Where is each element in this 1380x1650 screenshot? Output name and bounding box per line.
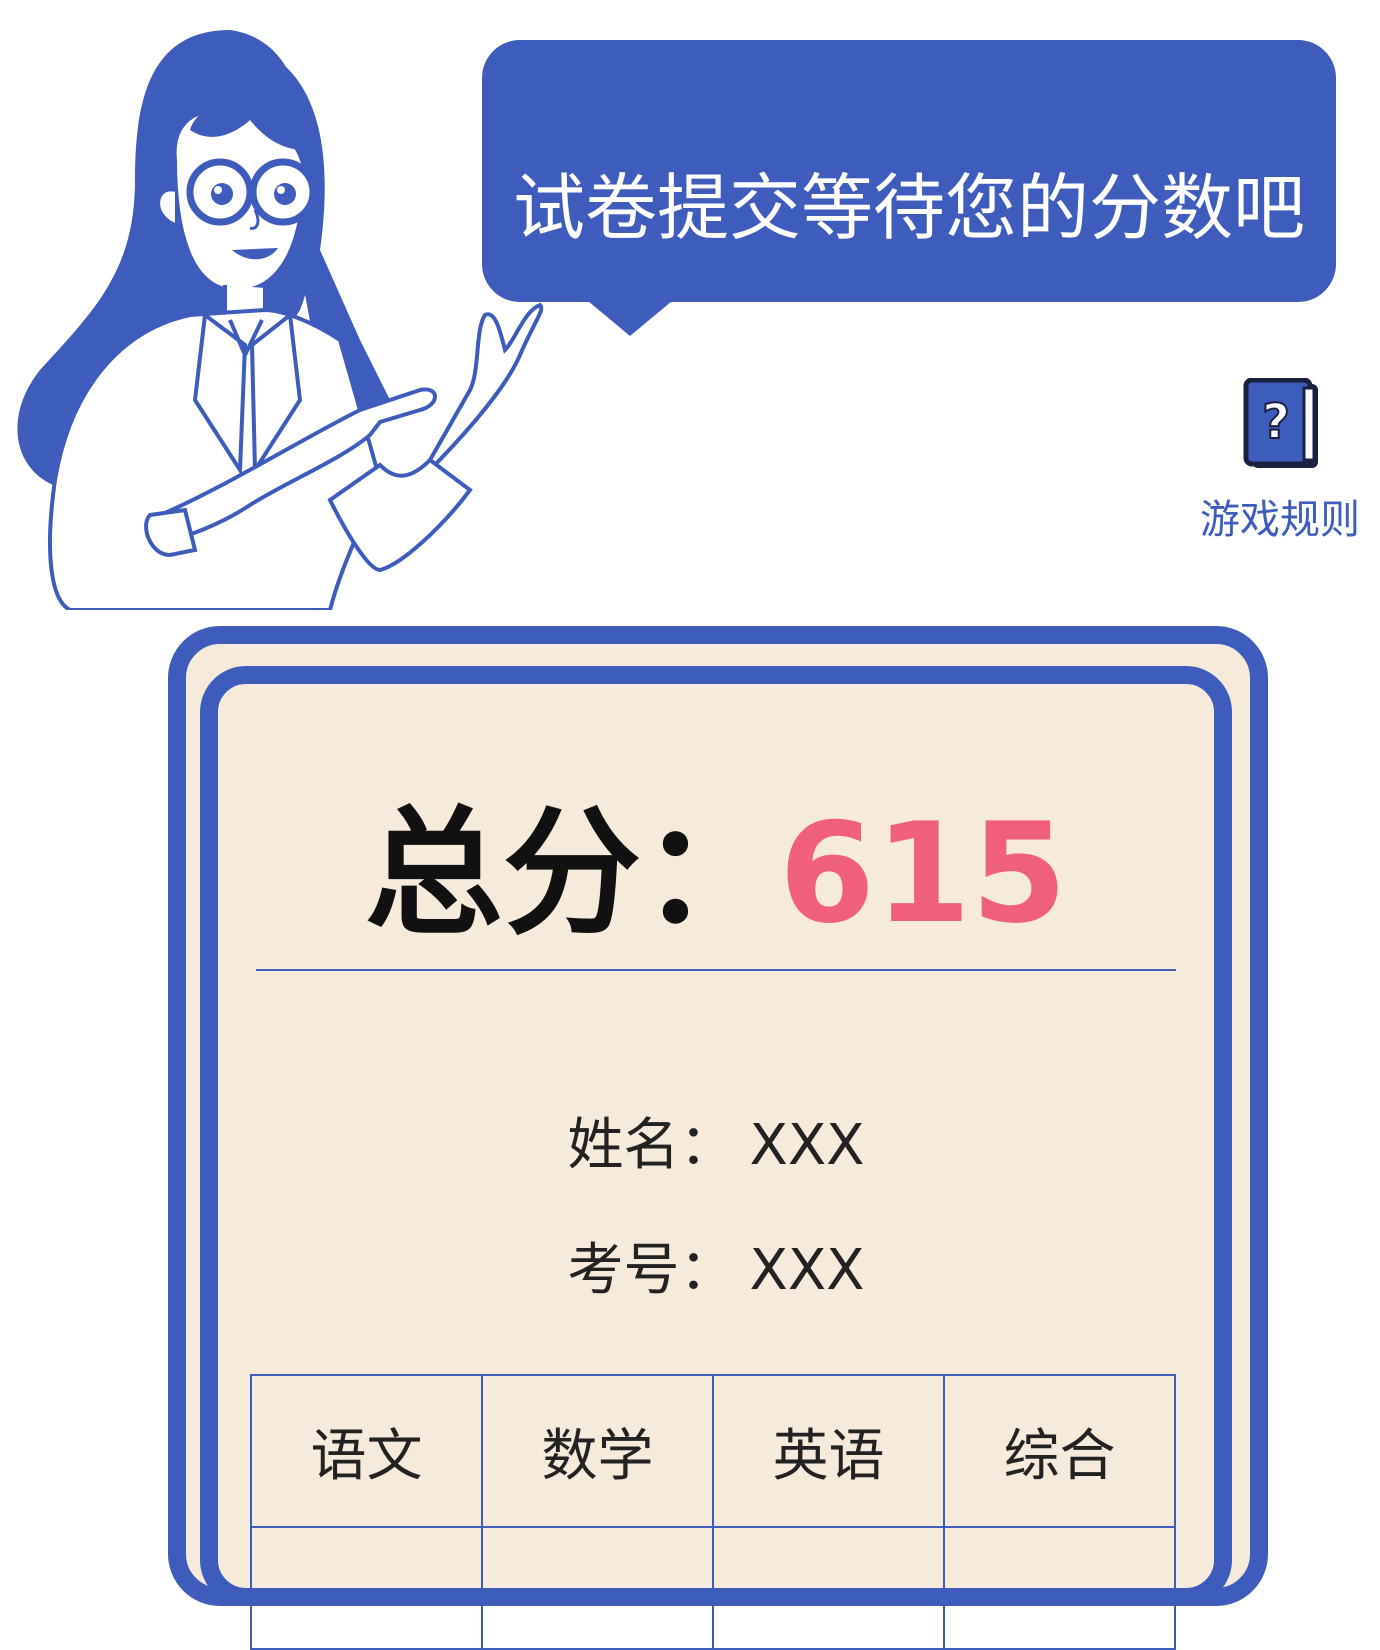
- total-score-value: 615: [778, 793, 1068, 954]
- subject-comprehensive: 综合: [943, 1374, 1176, 1528]
- game-rules-label: 游戏规则: [1200, 497, 1360, 543]
- subject-chinese: 语文: [250, 1374, 483, 1528]
- score-cell: [712, 1526, 945, 1650]
- score-card: 总分：615 姓名： XXX 考号： XXX 语文 数学 英语 综合: [200, 666, 1232, 1650]
- subject-english: 英语: [712, 1374, 945, 1528]
- divider: [256, 969, 1176, 971]
- subject-scores-table: 语文 数学 英语 综合: [250, 1374, 1176, 1650]
- speech-bubble-tail: [582, 296, 678, 336]
- score-cell: [250, 1526, 483, 1650]
- table-header-row: 语文 数学 英语 综合: [250, 1374, 1176, 1528]
- score-cell: [481, 1526, 714, 1650]
- total-score: 总分：615: [218, 799, 1214, 949]
- score-cell: [943, 1526, 1176, 1650]
- exam-number-row: 考号： XXX: [218, 1239, 1214, 1303]
- subject-math: 数学: [481, 1374, 714, 1528]
- name-row: 姓名： XXX: [218, 1114, 1214, 1178]
- svg-text:?: ?: [1262, 394, 1290, 450]
- bubble-text: 试卷提交等待您的分数吧: [512, 166, 1305, 250]
- speech-bubble: 试卷提交等待您的分数吧: [482, 40, 1336, 302]
- table-row: [250, 1526, 1176, 1650]
- teacher-illustration: [17, 30, 544, 610]
- name-value: XXX: [749, 1113, 865, 1178]
- question-book-icon: ?: [1243, 378, 1318, 468]
- exam-number-value: XXX: [749, 1238, 865, 1303]
- exam-number-label: 考号：: [567, 1238, 736, 1303]
- name-label: 姓名：: [567, 1113, 736, 1178]
- total-score-label: 总分：: [364, 793, 779, 954]
- game-rules-button[interactable]: ? 游戏规则: [1190, 378, 1370, 548]
